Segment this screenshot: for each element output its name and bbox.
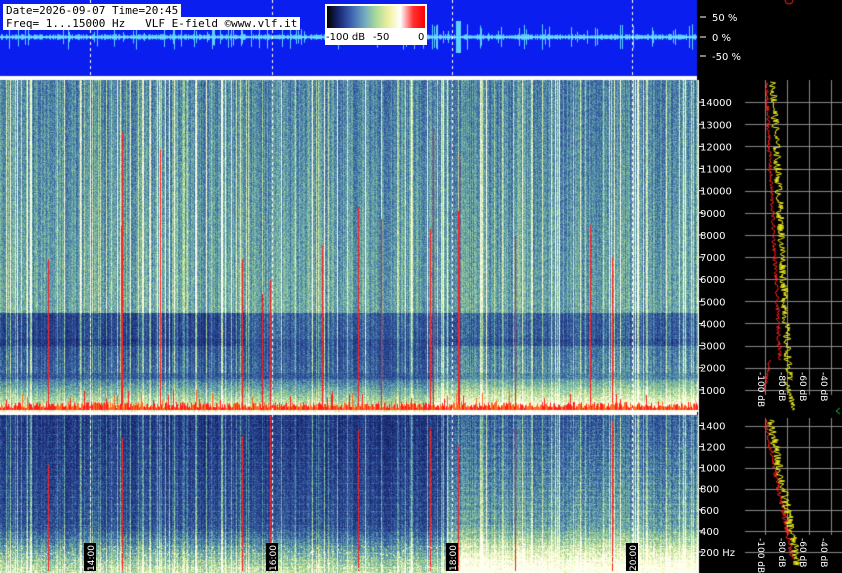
db-tick-label: -40 dB [818, 538, 828, 567]
upper-frequency-axis: 14000 13000 12000 11000 10000 9000 8000 7000 600… [699, 98, 732, 397]
axes-overlay: 50 %0 %-50 % 140001300012000110001000090… [84, 13, 842, 573]
db-tick-label: -100 dB [755, 538, 765, 573]
wave-scale-label: 50 % [712, 13, 737, 24]
freq-tick-label: 12000 [700, 142, 732, 153]
time-marker-label: 20:00 [629, 545, 639, 571]
freq-tick-label: 6000 [700, 275, 725, 286]
station-text: VLF E-field ©www.vlf.it [145, 17, 298, 30]
db-tick-label: -80 dB [776, 538, 786, 567]
freq-tick-label: 11000 [700, 165, 732, 176]
wave-scale-label: -50 % [712, 52, 741, 63]
time-axis: 14:00 16:00 18:00 20:00 [84, 543, 639, 571]
time-marker: 14:00 [84, 543, 97, 571]
freq-tick-label: 1000 [700, 386, 725, 397]
date-time-label: Date=2026-09-07 Time=20:45 [3, 4, 182, 17]
freq-tick-label: 9000 [700, 209, 725, 220]
freq-tick-label: 2000 [700, 364, 725, 375]
upper-db-axis: -100 dB -80 dB -60 dB -40 dB -20 dB [755, 372, 842, 407]
freq-tick-label: 4000 [700, 319, 725, 330]
freq-tick-label: 3000 [700, 342, 725, 353]
color-scale-legend: -100 dB -50 0 [325, 4, 427, 45]
time-marker: 20:00 [626, 543, 639, 571]
db-tick-label: -80 dB [776, 372, 786, 401]
db-tick-label: -40 dB [818, 372, 828, 401]
lower-db-axis: -100 dB -80 dB -60 dB -40 dB -20 dB [755, 538, 842, 573]
freq-tick-label: 600 [700, 506, 719, 517]
time-marker-label: 18:00 [449, 545, 459, 571]
freq-tick-label: 400 [700, 527, 719, 538]
freq-tick-label: 7000 [700, 253, 725, 264]
db-tick-label: -60 dB [797, 372, 807, 401]
freq-tick-label: 14000 [700, 98, 732, 109]
time-marker: 16:00 [266, 543, 279, 571]
freq-tick-label: 10000 [700, 187, 732, 198]
freq-tick-label: 8000 [700, 231, 725, 242]
freq-tick-label: 1200 [700, 443, 725, 454]
legend-label-min: -100 dB [326, 32, 366, 43]
freq-tick-label: 13000 [700, 120, 732, 131]
freq-tick-label: 1400 [700, 422, 725, 433]
freq-tick-label: 200 Hz [700, 548, 735, 559]
db-tick-label: -100 dB [755, 372, 765, 407]
wave-scale-label: 0 % [712, 33, 731, 44]
freq-range-text: Freq= 1...15000 Hz [6, 17, 126, 30]
time-marker-label: 14:00 [87, 545, 97, 571]
legend-label-mid: -50 [373, 32, 390, 43]
freq-tick-label: 5000 [700, 297, 725, 308]
time-marker-label: 16:00 [269, 545, 279, 571]
lower-frequency-axis: 1400 1200 1000 800 600 400 200 Hz [699, 422, 735, 559]
time-marker: 18:00 [446, 543, 459, 571]
waveform-scale: 50 % 0 % -50 % [700, 13, 741, 63]
legend-label-max: 0 [418, 32, 425, 43]
freq-tick-label: 800 [700, 485, 719, 496]
frequency-info-label: Freq= 1...15000 Hz VLF E-field ©www.vlf.… [3, 17, 301, 30]
color-scale-bar [327, 6, 425, 28]
freq-tick-label: 1000 [700, 464, 725, 475]
db-tick-label: -60 dB [797, 538, 807, 567]
